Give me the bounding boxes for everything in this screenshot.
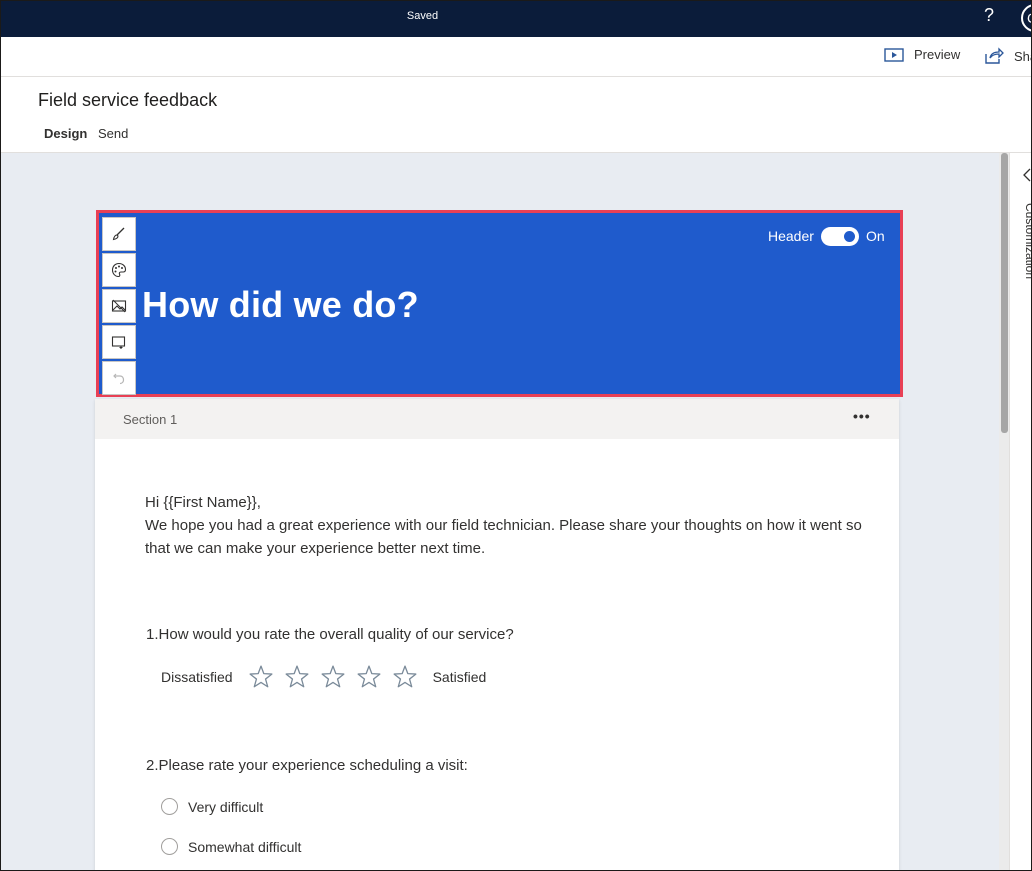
- intro-text[interactable]: Hi {{First Name}}, We hope you had a gre…: [145, 491, 865, 560]
- header-toggle-label: Header: [768, 228, 814, 244]
- image-icon[interactable]: [102, 289, 136, 323]
- app-window: Saved ? C Preview Sha Field service feed…: [0, 0, 1032, 871]
- greeting-line: Hi {{First Name}},: [145, 494, 261, 511]
- star-icon[interactable]: [247, 663, 275, 691]
- header-toggle-state: On: [866, 228, 885, 244]
- more-options-icon[interactable]: •••: [853, 408, 871, 424]
- command-bar: Preview Sha: [1, 37, 1031, 77]
- star-icon[interactable]: [283, 663, 311, 691]
- star-icon[interactable]: [391, 663, 419, 691]
- survey-header[interactable]: How did we do? Header On: [96, 210, 903, 397]
- question-1-text: How would you rate the overall quality o…: [158, 626, 514, 643]
- intro-paragraph: We hope you had a great experience with …: [145, 517, 862, 557]
- radio-option[interactable]: Somewhat difficult: [161, 838, 301, 855]
- avatar[interactable]: C: [1021, 4, 1031, 32]
- radio-circle[interactable]: [161, 838, 178, 855]
- rating-control: Dissatisfied Satisfied: [161, 663, 486, 691]
- palette-icon[interactable]: [102, 253, 136, 287]
- share-button[interactable]: Sha: [984, 47, 1031, 65]
- question-2-number: 2.: [146, 757, 159, 774]
- tab-design[interactable]: Design: [44, 126, 87, 141]
- share-icon: [984, 47, 1004, 65]
- preview-icon: [884, 47, 904, 62]
- customization-panel[interactable]: Customization: [1009, 153, 1032, 870]
- question-1-number: 1.: [146, 626, 159, 643]
- preview-label: Preview: [914, 47, 961, 62]
- share-label: Sha: [1014, 48, 1031, 64]
- customization-label: Customization: [1023, 203, 1032, 280]
- brush-icon[interactable]: [102, 217, 136, 251]
- star-icon[interactable]: [355, 663, 383, 691]
- scrollbar-thumb[interactable]: [1001, 153, 1008, 433]
- section-label: Section 1: [123, 412, 178, 427]
- rating-high-label: Satisfied: [432, 669, 487, 685]
- question-2-title[interactable]: 2.Please rate your experience scheduling…: [146, 757, 468, 774]
- question-1-title[interactable]: 1.How would you rate the overall quality…: [146, 626, 514, 643]
- preview-button[interactable]: Preview: [884, 47, 960, 62]
- undo-icon[interactable]: [102, 361, 136, 395]
- star-icon[interactable]: [319, 663, 347, 691]
- top-bar: Saved ? C: [1, 1, 1031, 37]
- rating-low-label: Dissatisfied: [161, 669, 233, 685]
- question-2-text: Please rate your experience scheduling a…: [158, 757, 468, 774]
- header-toolbar: [102, 217, 136, 397]
- chevron-left-icon[interactable]: [1022, 167, 1031, 188]
- section-header: Section 1 •••: [95, 399, 899, 439]
- radio-option-label: Somewhat difficult: [188, 838, 302, 855]
- survey-section: Section 1 ••• Hi {{First Name}}, We hope…: [95, 399, 899, 870]
- header-toggle[interactable]: [821, 227, 859, 246]
- resize-icon[interactable]: [102, 325, 136, 359]
- survey-title-area: Field service feedback Design Send: [1, 77, 1031, 153]
- radio-circle[interactable]: [161, 798, 178, 815]
- tab-send[interactable]: Send: [98, 126, 128, 141]
- header-title[interactable]: How did we do?: [142, 284, 419, 326]
- radio-option[interactable]: Very difficult: [161, 798, 263, 815]
- toggle-knob: [844, 231, 855, 242]
- star-rating: [247, 663, 419, 691]
- page-title: Field service feedback: [38, 90, 218, 110]
- save-status: Saved: [406, 10, 439, 22]
- help-icon[interactable]: ?: [984, 5, 994, 26]
- radio-option-label: Very difficult: [188, 798, 264, 815]
